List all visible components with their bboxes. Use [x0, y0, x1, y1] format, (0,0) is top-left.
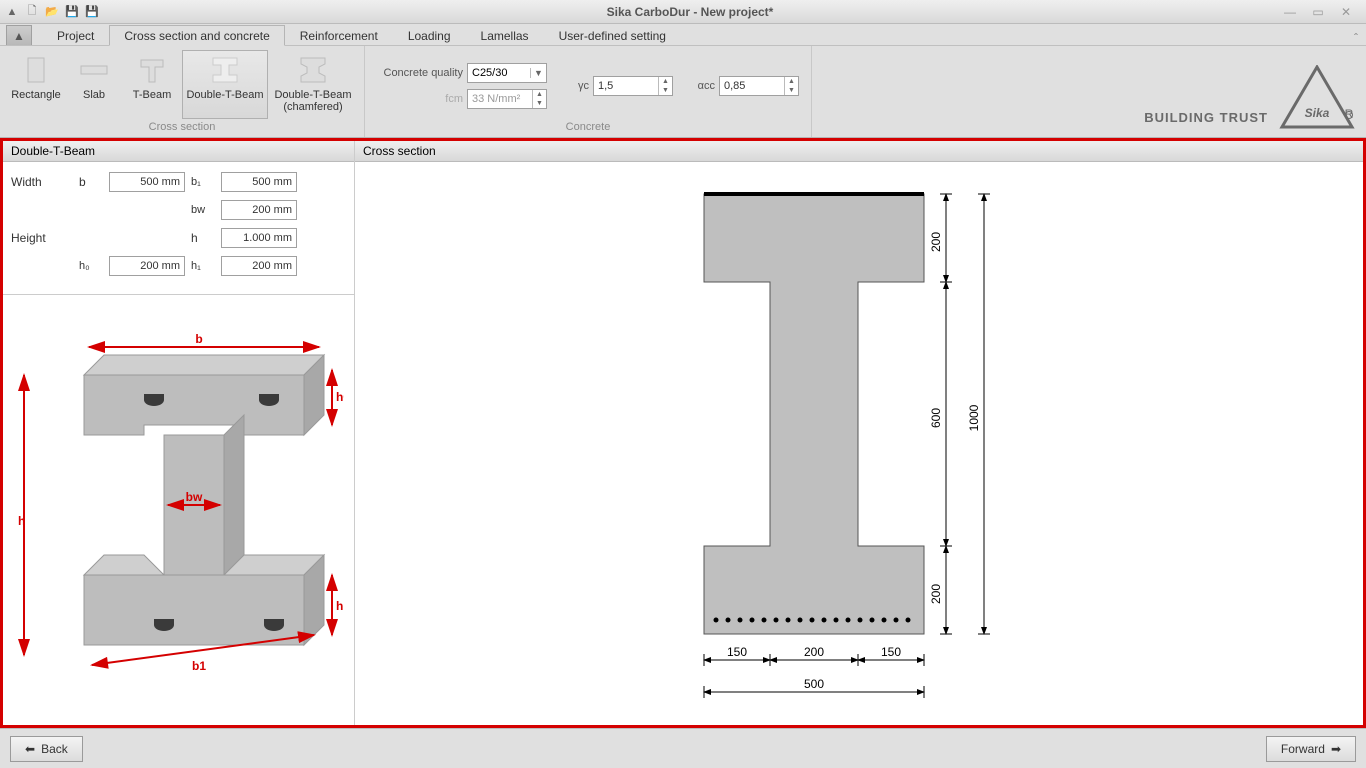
cross-section-view: 200 600 200 1000	[355, 162, 1363, 725]
title-bar: ▲ 🗋 📂 💾 💾 Sika CarboDur - New project* —…	[0, 0, 1366, 24]
window-controls: — ▭ ✕	[1280, 5, 1362, 19]
back-button[interactable]: ⬅ Back	[10, 736, 83, 762]
svg-text:Sika: Sika	[1305, 106, 1330, 120]
bw-input[interactable]	[221, 200, 297, 220]
rectangle-icon	[25, 55, 47, 85]
brand-tagline: BUILDING TRUST	[1144, 110, 1268, 125]
b-symbol: b	[79, 175, 103, 189]
fcm-label: fcm	[377, 93, 463, 105]
tab-cross-section[interactable]: Cross section and concrete	[109, 25, 284, 46]
beam-3d-diagram: b h h0 h1 bw b1	[3, 295, 354, 725]
main-content: Double-T-Beam Width b b₁ bw Height h	[0, 138, 1366, 728]
b-input[interactable]	[109, 172, 185, 192]
shape-tbeam-button[interactable]: T-Beam	[124, 50, 180, 119]
h-symbol: h	[191, 231, 215, 245]
shape-slab-button[interactable]: Slab	[66, 50, 122, 119]
bw-symbol: bw	[191, 204, 215, 216]
svg-text:150: 150	[881, 645, 901, 659]
new-file-icon[interactable]: 🗋	[24, 4, 40, 20]
slab-icon	[79, 55, 109, 85]
ribbon-caption-concrete: Concrete	[377, 119, 799, 135]
gamma-c-spinner[interactable]: 1,5 ▲▼	[593, 76, 673, 96]
left-panel: Double-T-Beam Width b b₁ bw Height h	[3, 141, 355, 725]
shape-rectangle-button[interactable]: Rectangle	[8, 50, 64, 119]
h1-symbol: h₁	[191, 260, 215, 272]
save-as-icon[interactable]: 💾	[84, 4, 100, 20]
svg-text:b1: b1	[191, 659, 205, 673]
left-panel-title: Double-T-Beam	[3, 141, 354, 162]
close-icon[interactable]: ✕	[1336, 5, 1356, 19]
app-icon: ▲	[4, 4, 20, 20]
b1-symbol: b₁	[191, 176, 215, 188]
minimize-icon[interactable]: —	[1280, 5, 1300, 19]
arrow-left-icon: ⬅	[25, 742, 35, 756]
svg-text:h0: h0	[336, 390, 344, 404]
collapse-ribbon-icon[interactable]: ˆ	[1354, 31, 1358, 45]
tab-lamellas[interactable]: Lamellas	[466, 25, 544, 45]
chevron-down-icon: ▼	[530, 68, 546, 78]
qat-icons: ▲ 🗋 📂 💾 💾	[4, 4, 100, 20]
double-t-chamfer-icon	[298, 55, 328, 85]
right-panel-title: Cross section	[355, 141, 1363, 162]
tab-project[interactable]: Project	[42, 25, 109, 45]
concrete-quality-label: Concrete quality	[377, 67, 463, 79]
alpha-cc-spinner[interactable]: 0,85 ▲▼	[719, 76, 799, 96]
svg-text:200: 200	[929, 583, 943, 603]
ribbon-group-concrete: Concrete quality C25/30 ▼ fcm 33 N/mm² ▲…	[365, 46, 812, 137]
shape-double-t-chamfer-button[interactable]: Double-T-Beam (chamfered)	[270, 50, 356, 119]
right-panel: Cross section	[355, 141, 1363, 725]
arrow-right-icon: ➡	[1331, 742, 1341, 756]
double-t-icon	[210, 55, 240, 85]
concrete-quality-combo[interactable]: C25/30 ▼	[467, 63, 547, 83]
svg-text:200: 200	[804, 645, 824, 659]
brand-area: BUILDING TRUST Sika R	[1134, 46, 1366, 137]
sika-logo-icon: Sika R	[1278, 65, 1356, 131]
forward-button[interactable]: Forward ➡	[1266, 736, 1356, 762]
home-tab-icon[interactable]: ▲	[6, 25, 32, 45]
shape-double-t-button[interactable]: Double-T-Beam	[182, 50, 268, 119]
svg-text:500: 500	[804, 677, 824, 691]
open-file-icon[interactable]: 📂	[44, 4, 60, 20]
ribbon-caption-cross-section: Cross section	[8, 119, 356, 135]
h1-input[interactable]	[221, 256, 297, 276]
height-label: Height	[11, 231, 73, 245]
dimension-form: Width b b₁ bw Height h h₀ h₁	[3, 162, 354, 295]
svg-text:h: h	[18, 514, 25, 528]
tab-user-setting[interactable]: User-defined setting	[544, 25, 681, 45]
maximize-icon[interactable]: ▭	[1308, 5, 1328, 19]
save-icon[interactable]: 💾	[64, 4, 80, 20]
ribbon-group-cross-section: Rectangle Slab T-Beam Double-T-Beam Doub…	[0, 46, 365, 137]
svg-text:150: 150	[727, 645, 747, 659]
svg-text:bw: bw	[185, 490, 202, 504]
svg-text:200: 200	[929, 231, 943, 251]
footer-nav: ⬅ Back Forward ➡	[0, 728, 1366, 768]
tab-reinforcement[interactable]: Reinforcement	[285, 25, 393, 45]
svg-text:600: 600	[929, 407, 943, 427]
tab-loading[interactable]: Loading	[393, 25, 466, 45]
width-label: Width	[11, 175, 73, 189]
gamma-c-label: γc	[567, 80, 589, 92]
tab-strip: ▲ Project Cross section and concrete Rei…	[0, 24, 1366, 46]
tbeam-icon	[139, 55, 165, 85]
h-input[interactable]	[221, 228, 297, 248]
b1-input[interactable]	[221, 172, 297, 192]
svg-text:1000: 1000	[967, 404, 981, 431]
fcm-spinner: 33 N/mm² ▲▼	[467, 89, 547, 109]
ribbon: Rectangle Slab T-Beam Double-T-Beam Doub…	[0, 46, 1366, 138]
svg-text:b: b	[195, 332, 202, 346]
svg-text:h1: h1	[336, 599, 344, 613]
h0-symbol: h₀	[79, 260, 103, 272]
alpha-cc-label: αcc	[693, 80, 715, 92]
window-title: Sika CarboDur - New project*	[100, 5, 1280, 19]
h0-input[interactable]	[109, 256, 185, 276]
svg-text:R: R	[1345, 107, 1354, 121]
